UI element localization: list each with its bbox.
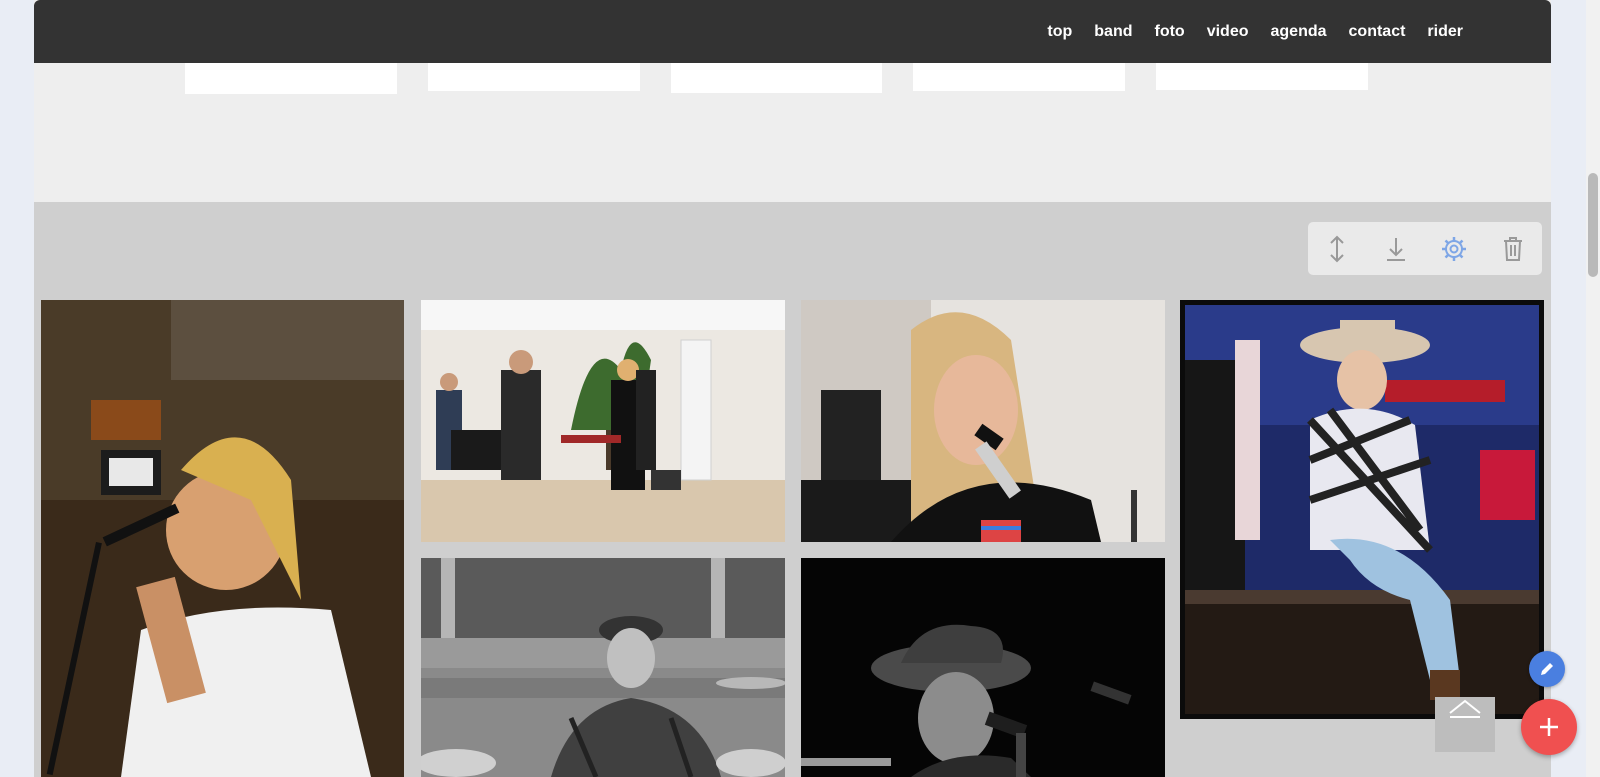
move-vertical-icon[interactable] [1320,232,1354,266]
gallery-photo-band[interactable] [421,300,785,542]
card [671,60,882,93]
card [913,60,1125,91]
nav-link-foto[interactable]: foto [1155,23,1185,41]
gear-icon[interactable] [1437,232,1471,266]
plus-icon [1540,718,1558,736]
download-icon[interactable] [1379,232,1413,266]
nav-link-contact[interactable]: contact [1349,23,1406,41]
scroll-to-top-button[interactable] [1435,697,1495,752]
card [1156,60,1368,90]
pencil-icon [1541,663,1553,675]
gallery-photo-singer[interactable] [41,300,404,777]
nav-link-rider[interactable]: rider [1427,23,1463,41]
nav-link-top[interactable]: top [1047,23,1072,41]
gallery-photo-drummer[interactable] [421,558,785,777]
card [428,60,640,91]
scrollbar-thumb[interactable] [1588,173,1598,277]
nav-menu: top band foto video agenda contact rider [1047,0,1463,63]
section-toolbar [1308,222,1542,275]
nav-link-video[interactable]: video [1207,23,1249,41]
add-block-button[interactable] [1521,699,1577,755]
scrollbar-track [1586,0,1600,777]
navbar: top band foto video agenda contact rider [34,0,1551,63]
gallery-photo-singer-closeup[interactable] [801,300,1165,542]
chevron-up-icon [1449,699,1481,718]
card [185,60,397,94]
trash-icon[interactable] [1496,232,1530,266]
page: top band foto video agenda contact rider [34,0,1551,777]
gallery-photo-singer-bw[interactable] [801,558,1165,777]
edit-button[interactable] [1529,651,1565,687]
nav-link-agenda[interactable]: agenda [1271,23,1327,41]
nav-link-band[interactable]: band [1094,23,1132,41]
gallery-photo-cowboy-hat[interactable] [1180,300,1544,719]
